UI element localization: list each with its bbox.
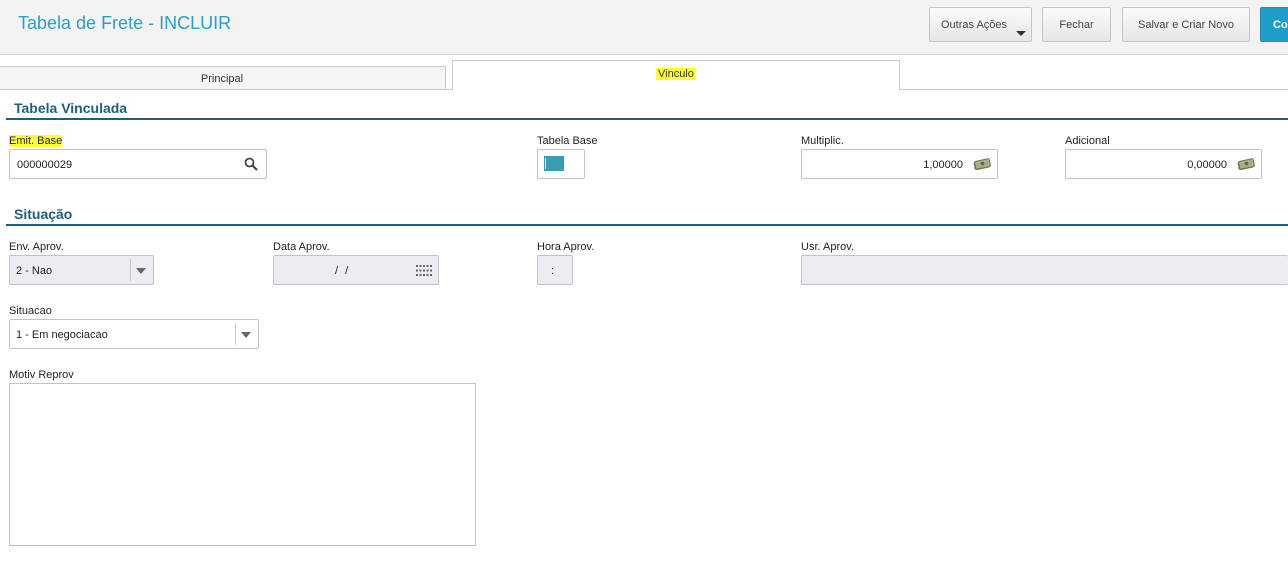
usr-aprov-label: Usr. Aprov.	[801, 241, 854, 253]
outras-acoes-label: Outras Ações	[941, 19, 1008, 31]
section-rule	[6, 118, 1288, 120]
chevron-down-icon[interactable]	[136, 268, 146, 274]
search-icon[interactable]	[244, 157, 258, 171]
usr-aprov-field[interactable]	[801, 255, 1288, 285]
tabela-base-label: Tabela Base	[537, 135, 598, 147]
multiplic-value: 1,00000	[923, 159, 963, 171]
tab-vinculo[interactable]: Vinculo	[452, 60, 900, 91]
outras-acoes-button[interactable]: Outras Ações	[929, 7, 1032, 42]
adicional-field[interactable]: 0,00000	[1065, 149, 1262, 179]
calendar-icon[interactable]	[416, 265, 432, 276]
emit-base-field[interactable]: 000000029	[9, 149, 267, 179]
hora-aprov-value: :	[551, 265, 555, 277]
section-title-situacao: Situação	[14, 206, 73, 222]
fechar-button[interactable]: Fechar	[1042, 7, 1111, 42]
chevron-down-icon[interactable]	[241, 332, 251, 338]
confirmar-button[interactable]: Co	[1260, 7, 1288, 42]
multiplic-field[interactable]: 1,00000	[801, 149, 998, 179]
situacao-label: Situacao	[9, 305, 52, 317]
emit-base-label: Emit. Base	[9, 135, 63, 147]
adicional-value: 0,00000	[1187, 159, 1227, 171]
adicional-label: Adicional	[1065, 135, 1110, 147]
env-aprov-select[interactable]: 2 - Nao	[9, 255, 154, 285]
motiv-reprov-label: Motiv Reprov	[9, 369, 74, 381]
env-aprov-label: Env. Aprov.	[9, 241, 64, 253]
section-title-tabela-vinculada: Tabela Vinculada	[14, 100, 128, 116]
data-aprov-field[interactable]: / /	[273, 255, 439, 285]
data-aprov-value: / /	[335, 265, 351, 277]
hora-aprov-field[interactable]: :	[537, 255, 573, 285]
dropdown-separator	[130, 259, 131, 281]
money-icon	[973, 158, 991, 170]
hora-aprov-label: Hora Aprov.	[537, 241, 595, 253]
page-title: Tabela de Frete - INCLUIR	[18, 13, 232, 33]
multiplic-label: Multiplic.	[801, 135, 844, 147]
emit-base-label-text: Emit. Base	[9, 135, 63, 147]
money-icon	[1237, 158, 1255, 170]
tab-vinculo-label: Vinculo	[656, 68, 696, 80]
tab-principal[interactable]: Principal	[0, 66, 446, 90]
page-header: Tabela de Frete - INCLUIR Outras Ações F…	[0, 0, 1288, 55]
env-aprov-value: 2 - Nao	[16, 265, 53, 277]
section-rule	[6, 224, 1288, 226]
situacao-value: 1 - Em negociacao	[16, 329, 108, 341]
tab-principal-label: Principal	[200, 73, 244, 85]
data-aprov-label: Data Aprov.	[273, 241, 330, 253]
situacao-select[interactable]: 1 - Em negociacao	[9, 319, 259, 349]
dropdown-separator	[235, 323, 236, 345]
caret-down-icon	[1016, 31, 1026, 36]
tabela-base-field[interactable]	[537, 149, 585, 179]
salvar-criar-novo-button[interactable]: Salvar e Criar Novo	[1122, 7, 1250, 42]
motiv-reprov-textarea[interactable]	[9, 383, 476, 546]
emit-base-value: 000000029	[17, 159, 73, 171]
text-selection	[544, 156, 564, 171]
